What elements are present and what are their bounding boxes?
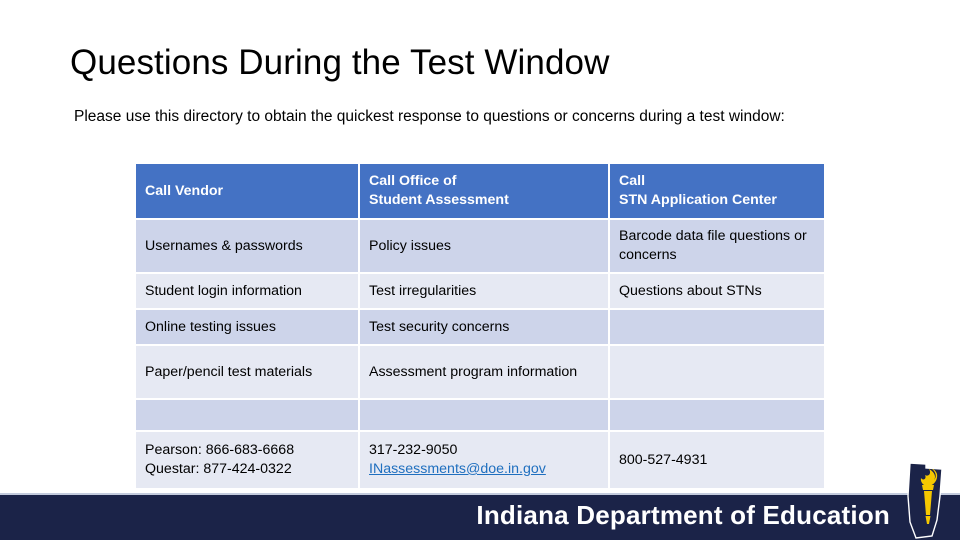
header-line: STN Application Center [619, 192, 777, 208]
cell-stn [610, 346, 824, 398]
header-line: Call Office of [369, 173, 457, 189]
vendor-phone-questar: Questar: 877-424-0322 [145, 461, 292, 477]
table-spacer-row [136, 400, 824, 430]
indiana-torch-logo [907, 462, 943, 539]
cell-vendor: Paper/pencil test materials [136, 346, 358, 398]
cell-vendor: Usernames & passwords [136, 220, 358, 272]
table-row: Usernames & passwords Policy issues Barc… [136, 220, 824, 272]
cell-stn: Questions about STNs [610, 274, 824, 308]
column-header-office-of-student-assessment: Call Office of Student Assessment [360, 164, 608, 218]
cell-office: Test security concerns [360, 310, 608, 344]
cell-stn [610, 400, 824, 430]
office-phone: 317-232-9050 [369, 442, 458, 458]
column-header-stn-application-center: Call STN Application Center [610, 164, 824, 218]
contact-directory-table: Call Vendor Call Office of Student Asses… [134, 162, 826, 490]
cell-office: Test irregularities [360, 274, 608, 308]
office-email-link[interactable]: INassessments@doe.in.gov [369, 461, 546, 477]
cell-stn: Barcode data file questions or concerns [610, 220, 824, 272]
cell-vendor [136, 400, 358, 430]
cell-stn-phone: 800-527-4931 [610, 432, 824, 488]
cell-vendor: Student login information [136, 274, 358, 308]
cell-office-contact: 317-232-9050 INassessments@doe.in.gov [360, 432, 608, 488]
table-row: Paper/pencil test materials Assessment p… [136, 346, 824, 398]
cell-stn [610, 310, 824, 344]
column-header-vendor: Call Vendor [136, 164, 358, 218]
table-header-row: Call Vendor Call Office of Student Asses… [136, 164, 824, 218]
vendor-phone-pearson: Pearson: 866-683-6668 [145, 442, 295, 458]
cell-office: Assessment program information [360, 346, 608, 398]
torch-crown [922, 485, 934, 490]
footer-title: Indiana Department of Education [476, 500, 890, 530]
header-line: Call [619, 173, 646, 189]
cell-vendor: Online testing issues [136, 310, 358, 344]
table-row: Student login information Test irregular… [136, 274, 824, 308]
intro-paragraph: Please use this directory to obtain the … [74, 108, 785, 125]
slide-canvas: Questions During the Test Window Please … [0, 0, 960, 540]
header-line: Call Vendor [145, 182, 224, 199]
cell-office: Policy issues [360, 220, 608, 272]
cell-vendor-phones: Pearson: 866-683-6668 Questar: 877-424-0… [136, 432, 358, 488]
page-title: Questions During the Test Window [70, 43, 610, 82]
cell-office [360, 400, 608, 430]
table-row: Online testing issues Test security conc… [136, 310, 824, 344]
table-contact-row: Pearson: 866-683-6668 Questar: 877-424-0… [136, 432, 824, 488]
header-line: Student Assessment [369, 192, 509, 208]
